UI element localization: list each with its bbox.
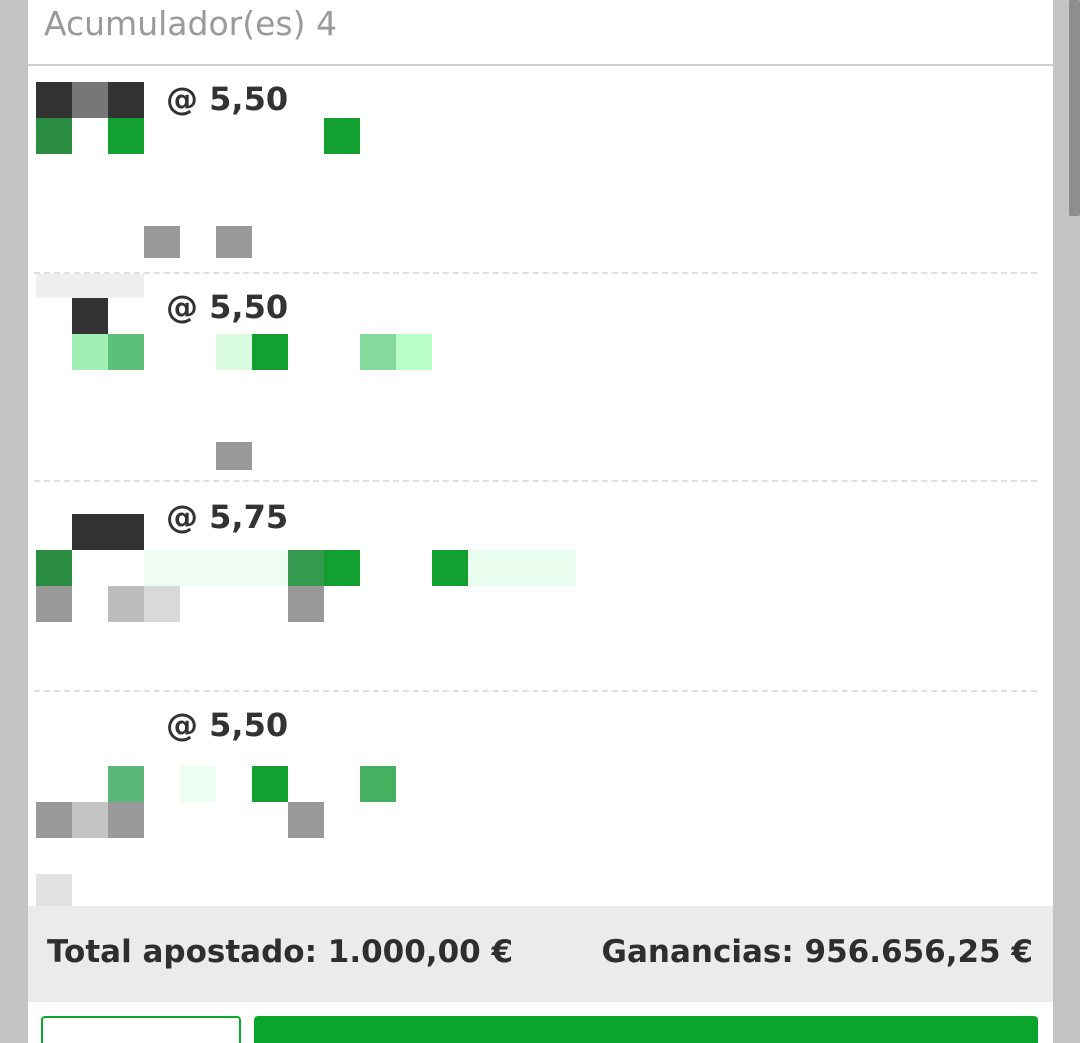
betslip-header: Acumulador(es) 4: [28, 0, 1053, 66]
redacted-block: [144, 550, 288, 586]
redacted-block: [72, 82, 108, 118]
redacted-block: [288, 550, 324, 586]
betslip-title: Acumulador(es) 4: [44, 4, 337, 43]
bet-odds: @ 5,50: [166, 288, 289, 326]
redacted-block: [108, 766, 144, 802]
redacted-block: [288, 802, 324, 838]
redacted-block: [108, 334, 144, 370]
bet-separator: [34, 480, 1037, 482]
redacted-block: [252, 766, 288, 802]
betslip-panel: Acumulador(es) 4 @ 5,50 @ 5,50 @ 5,75 @ …: [28, 0, 1053, 1043]
redacted-block: [324, 118, 360, 154]
bet-odds: @ 5,75: [166, 498, 289, 536]
redacted-block: [36, 550, 72, 586]
redacted-block: [108, 802, 144, 838]
redacted-block: [36, 802, 72, 838]
bet-odds: @ 5,50: [166, 706, 289, 744]
redacted-block: [360, 334, 396, 370]
redacted-block: [108, 586, 144, 622]
redacted-block: [144, 226, 180, 258]
redacted-block: [36, 274, 144, 298]
secondary-button[interactable]: [41, 1016, 241, 1043]
bet-odds: @ 5,50: [166, 80, 289, 118]
redacted-block: [36, 586, 72, 622]
bet-item[interactable]: @ 5,50: [28, 274, 1053, 482]
redacted-block: [144, 586, 180, 622]
redacted-block: [216, 226, 252, 258]
bet-item[interactable]: @ 5,75: [28, 484, 1053, 692]
redacted-block: [252, 334, 288, 370]
redacted-block: [216, 442, 252, 470]
redacted-block: [108, 118, 144, 154]
bet-item[interactable]: @ 5,50: [28, 66, 1053, 274]
redacted-block: [72, 514, 144, 550]
redacted-block: [72, 334, 108, 370]
place-bet-button[interactable]: [254, 1016, 1038, 1043]
redacted-block: [108, 82, 144, 118]
redacted-block: [36, 874, 72, 906]
redacted-block: [324, 550, 360, 586]
betslip-summary: Total apostado: 1.000,00 € Ganancias: 95…: [28, 906, 1053, 1002]
potential-winnings: Ganancias: 956.656,25 €: [601, 934, 1033, 970]
bet-item[interactable]: @ 5,50: [28, 692, 1053, 906]
redacted-block: [468, 550, 576, 586]
redacted-block: [36, 82, 72, 118]
redacted-block: [216, 334, 252, 370]
redacted-block: [360, 766, 396, 802]
redacted-block: [432, 550, 468, 586]
redacted-block: [72, 802, 108, 838]
redacted-block: [72, 298, 108, 334]
redacted-block: [396, 334, 432, 370]
redacted-block: [36, 118, 72, 154]
scrollbar-thumb[interactable]: [1069, 0, 1080, 216]
redacted-block: [288, 586, 324, 622]
redacted-block: [180, 766, 216, 802]
total-staked: Total apostado: 1.000,00 €: [47, 934, 514, 970]
